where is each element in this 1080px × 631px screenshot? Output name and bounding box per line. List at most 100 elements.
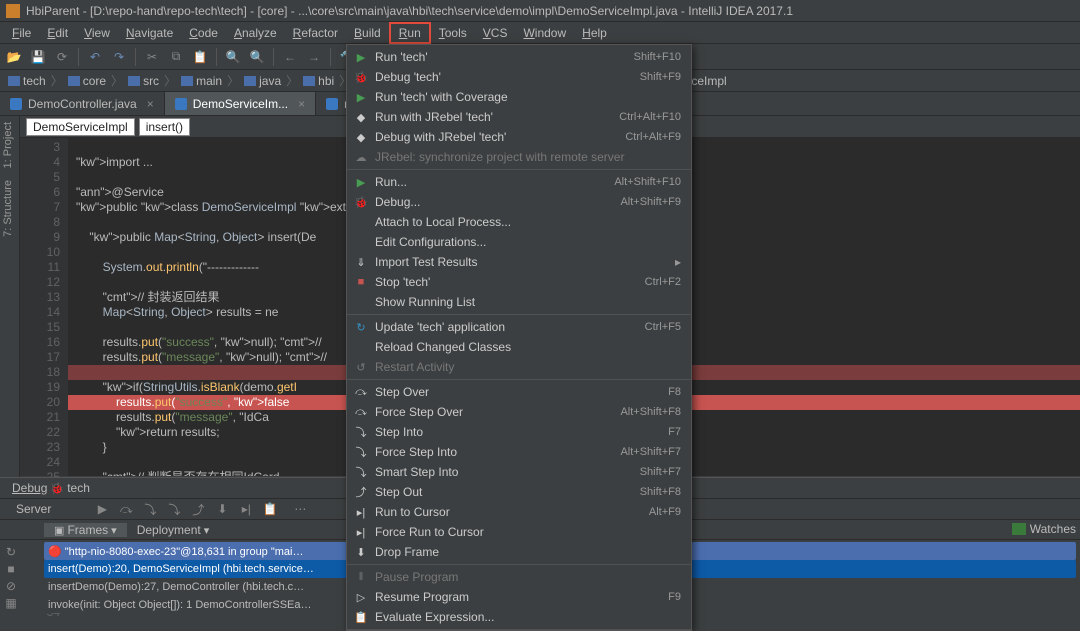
- step-over-icon[interactable]: ⤼: [117, 500, 135, 518]
- force-step-into-icon[interactable]: ⤵: [165, 500, 183, 518]
- menu-window[interactable]: Window: [515, 24, 574, 42]
- menu-run[interactable]: Run: [389, 22, 431, 44]
- step-out-icon[interactable]: ⤴: [189, 500, 207, 518]
- folder-icon: [8, 76, 20, 86]
- menu-item-icon: 🐞: [353, 69, 369, 85]
- redo-icon[interactable]: ↷: [109, 47, 129, 67]
- menu-item[interactable]: ⤼Force Step OverAlt+Shift+F8: [347, 402, 691, 422]
- watches-panel[interactable]: Watches: [1012, 522, 1076, 536]
- menu-edit[interactable]: Edit: [39, 24, 76, 42]
- step-into-icon[interactable]: ⤵: [141, 500, 159, 518]
- menu-item[interactable]: ▸|Run to CursorAlt+F9: [347, 502, 691, 522]
- menu-item[interactable]: Reload Changed Classes: [347, 337, 691, 357]
- run-to-cursor-icon[interactable]: ▸|: [237, 500, 255, 518]
- breadcrumb-item[interactable]: tech: [6, 74, 48, 88]
- menu-item[interactable]: ▶Run 'tech' with Coverage: [347, 87, 691, 107]
- menu-help[interactable]: Help: [574, 24, 615, 42]
- breadcrumb-item[interactable]: hbi: [301, 74, 336, 88]
- back-icon[interactable]: ←: [280, 47, 300, 67]
- method-chip[interactable]: insert(): [139, 118, 190, 136]
- evaluate-icon[interactable]: 📋: [261, 500, 279, 518]
- frames-tab[interactable]: ▣ Frames ▾: [44, 523, 127, 537]
- class-chip[interactable]: DemoServiceImpl: [26, 118, 135, 136]
- menu-item-icon: 📋: [353, 609, 369, 625]
- menu-refactor[interactable]: Refactor: [285, 24, 346, 42]
- menu-item[interactable]: ⤵Smart Step IntoShift+F7: [347, 462, 691, 482]
- layout-icon[interactable]: ▦: [2, 596, 20, 611]
- breadcrumb-item[interactable]: main: [179, 74, 224, 88]
- menu-item[interactable]: 🐞Debug 'tech'Shift+F9: [347, 67, 691, 87]
- stop-icon[interactable]: ■: [2, 561, 20, 576]
- separator: [273, 48, 274, 66]
- menu-item[interactable]: ⤵Force Step IntoAlt+Shift+F7: [347, 442, 691, 462]
- menu-navigate[interactable]: Navigate: [118, 24, 181, 42]
- editor-tab[interactable]: DemoServiceIm...×: [165, 92, 316, 115]
- menu-item[interactable]: ⬇Drop Frame: [347, 542, 691, 562]
- menu-item[interactable]: 📋Evaluate Expression...: [347, 607, 691, 627]
- gutter[interactable]: 3456789101112131415161718192021222324252…: [20, 138, 68, 476]
- undo-icon[interactable]: ↶: [85, 47, 105, 67]
- deployment-tab[interactable]: Deployment ▾: [127, 523, 220, 537]
- project-tool[interactable]: 1: Project: [0, 116, 16, 174]
- menu-tools[interactable]: Tools: [431, 24, 475, 42]
- menu-item[interactable]: ◆Debug with JRebel 'tech'Ctrl+Alt+F9: [347, 127, 691, 147]
- menu-item[interactable]: ⤵Step IntoF7: [347, 422, 691, 442]
- rerun-icon[interactable]: ↻: [2, 544, 20, 559]
- find-icon[interactable]: 🔍: [223, 47, 243, 67]
- menu-item[interactable]: ▶Run 'tech'Shift+F10: [347, 47, 691, 67]
- java-file-icon: [175, 98, 187, 110]
- run-menu-popup: ▶Run 'tech'Shift+F10🐞Debug 'tech'Shift+F…: [346, 44, 692, 631]
- replace-icon[interactable]: 🔍: [247, 47, 267, 67]
- menu-item[interactable]: ▶Run...Alt+Shift+F10: [347, 172, 691, 192]
- close-tab-icon[interactable]: ×: [298, 97, 305, 111]
- folder-icon: [181, 76, 193, 86]
- breadcrumb-item[interactable]: core: [66, 74, 108, 88]
- menu-item-icon: ⤼: [353, 404, 369, 420]
- menu-item[interactable]: Edit Configurations...: [347, 232, 691, 252]
- folder-icon: [303, 76, 315, 86]
- java-file-icon: [326, 98, 338, 110]
- forward-icon[interactable]: →: [304, 47, 324, 67]
- debug-tab[interactable]: Debug 🐞 tech: [6, 481, 96, 495]
- menu-item[interactable]: ⤴Step OutShift+F8: [347, 482, 691, 502]
- server-tab[interactable]: Server: [6, 502, 61, 516]
- menu-item[interactable]: ▷Resume ProgramF9: [347, 587, 691, 607]
- menu-file[interactable]: File: [4, 24, 39, 42]
- breadcrumb-item[interactable]: src: [126, 74, 161, 88]
- menu-item-icon: [353, 339, 369, 355]
- menu-item: ‖Pause Program: [347, 567, 691, 587]
- menu-item: ↺Restart Activity: [347, 357, 691, 377]
- menu-item[interactable]: Show Running List: [347, 292, 691, 312]
- close-tab-icon[interactable]: ×: [147, 97, 154, 111]
- menu-code[interactable]: Code: [181, 24, 226, 42]
- editor-tab[interactable]: DemoController.java×: [0, 92, 165, 115]
- copy-icon[interactable]: ⧉: [166, 47, 186, 67]
- menu-item[interactable]: ■Stop 'tech'Ctrl+F2: [347, 272, 691, 292]
- menu-analyze[interactable]: Analyze: [226, 24, 285, 42]
- resume-icon[interactable]: ▶: [93, 500, 111, 518]
- mute-bp-icon[interactable]: ⊘: [2, 579, 20, 594]
- open-icon[interactable]: 📂: [4, 47, 24, 67]
- menu-vcs[interactable]: VCS: [475, 24, 516, 42]
- save-icon[interactable]: 💾: [28, 47, 48, 67]
- menu-item[interactable]: Attach to Local Process...: [347, 212, 691, 232]
- paste-icon[interactable]: 📋: [190, 47, 210, 67]
- menu-item-icon: ⤵: [353, 464, 369, 480]
- menu-view[interactable]: View: [76, 24, 118, 42]
- menu-item[interactable]: ▸|Force Run to Cursor: [347, 522, 691, 542]
- menu-item[interactable]: ↻Update 'tech' applicationCtrl+F5: [347, 317, 691, 337]
- menu-item-icon: ⤵: [353, 444, 369, 460]
- menu-item[interactable]: ⤼Step OverF8: [347, 382, 691, 402]
- menu-item[interactable]: 🐞Debug...Alt+Shift+F9: [347, 192, 691, 212]
- structure-tool[interactable]: 7: Structure: [0, 174, 16, 243]
- menu-item[interactable]: ⇓Import Test Results▸: [347, 252, 691, 272]
- menu-build[interactable]: Build: [346, 24, 389, 42]
- refresh-icon[interactable]: ⟳: [52, 47, 72, 67]
- breadcrumb-item[interactable]: java: [242, 74, 283, 88]
- menu-item-icon: ◆: [353, 109, 369, 125]
- menu-item[interactable]: ◆Run with JRebel 'tech'Ctrl+Alt+F10: [347, 107, 691, 127]
- drop-frame-icon[interactable]: ⬇: [213, 500, 231, 518]
- cut-icon[interactable]: ✂: [142, 47, 162, 67]
- separator: [78, 48, 79, 66]
- more-icon[interactable]: ⋯: [291, 500, 309, 518]
